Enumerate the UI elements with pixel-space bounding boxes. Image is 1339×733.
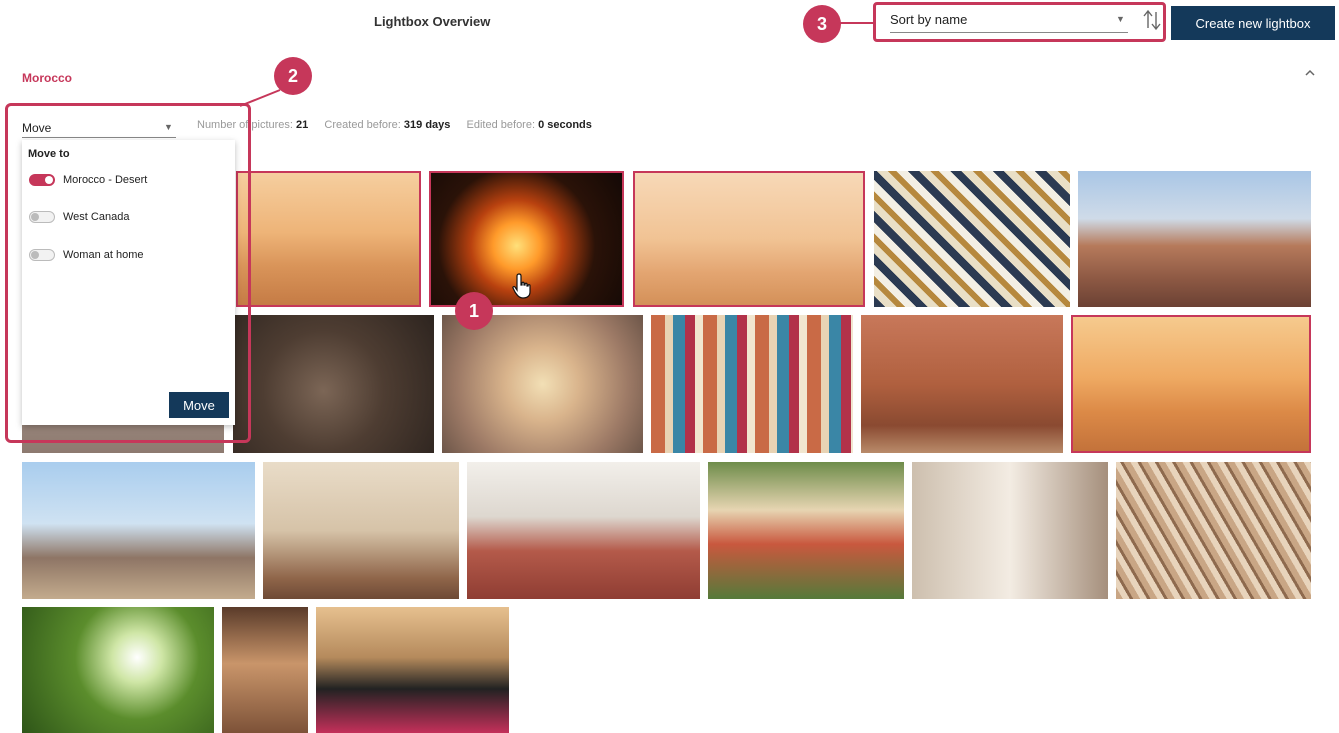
photo-riad-interior[interactable] bbox=[263, 462, 459, 599]
sort-arrows-icon[interactable] bbox=[1142, 8, 1162, 32]
photo-camel-walker[interactable] bbox=[1071, 315, 1311, 453]
hand-pointer-icon bbox=[512, 273, 531, 299]
photo-window-arch[interactable] bbox=[222, 607, 308, 733]
move-option-woman-at-home[interactable]: Woman at home bbox=[29, 247, 144, 263]
photo-woman-mountains[interactable] bbox=[1078, 171, 1311, 307]
photo-carpet-shop-wall[interactable] bbox=[708, 462, 904, 599]
photo-donkey[interactable] bbox=[233, 315, 434, 453]
move-select[interactable]: Move bbox=[22, 118, 176, 138]
photo-desert-person-arms-raised[interactable] bbox=[633, 171, 865, 307]
move-button[interactable]: Move bbox=[169, 392, 229, 418]
move-to-heading: Move to bbox=[28, 148, 70, 160]
callout-badge-3: 3 bbox=[803, 5, 841, 43]
photo-carved-plaster[interactable] bbox=[1116, 462, 1311, 599]
callout-line bbox=[840, 22, 874, 24]
page-title: Lightbox Overview bbox=[374, 14, 491, 29]
move-option-west-canada[interactable]: West Canada bbox=[29, 209, 129, 225]
callout-badge-1: 1 bbox=[455, 292, 493, 330]
move-dropdown-panel: Move to Morocco - Desert West Canada Wom… bbox=[22, 140, 235, 425]
photo-tea-pouring[interactable] bbox=[912, 462, 1108, 599]
photo-alley-cyclist[interactable] bbox=[861, 315, 1063, 453]
move-option-morocco-desert[interactable]: Morocco - Desert bbox=[29, 172, 147, 188]
toggle-switch[interactable] bbox=[29, 249, 55, 261]
photo-orange-tree[interactable] bbox=[22, 607, 214, 733]
sort-select[interactable]: Sort by name bbox=[890, 9, 1128, 33]
photo-desert-dunes-sunrise[interactable] bbox=[236, 171, 421, 307]
callout-line bbox=[239, 89, 281, 107]
toggle-switch[interactable] bbox=[29, 174, 55, 186]
toggle-switch[interactable] bbox=[29, 211, 55, 223]
lightbox-title[interactable]: Morocco bbox=[22, 71, 72, 85]
photo-carpet-market[interactable] bbox=[651, 315, 853, 453]
create-lightbox-button[interactable]: Create new lightbox bbox=[1171, 6, 1335, 40]
photo-rooftop-cacti[interactable] bbox=[467, 462, 700, 599]
caret-down-icon: ▼ bbox=[164, 122, 173, 132]
photo-fishing-boats[interactable] bbox=[22, 462, 255, 599]
photo-slippers[interactable] bbox=[316, 607, 509, 733]
caret-down-icon: ▼ bbox=[1116, 14, 1125, 24]
chevron-up-icon[interactable] bbox=[1304, 68, 1316, 78]
photo-mosaic-tiles[interactable] bbox=[874, 171, 1070, 307]
lightbox-meta: Number of pictures: 21 Created before: 3… bbox=[197, 119, 592, 131]
photo-ticket-hand[interactable] bbox=[442, 315, 643, 453]
